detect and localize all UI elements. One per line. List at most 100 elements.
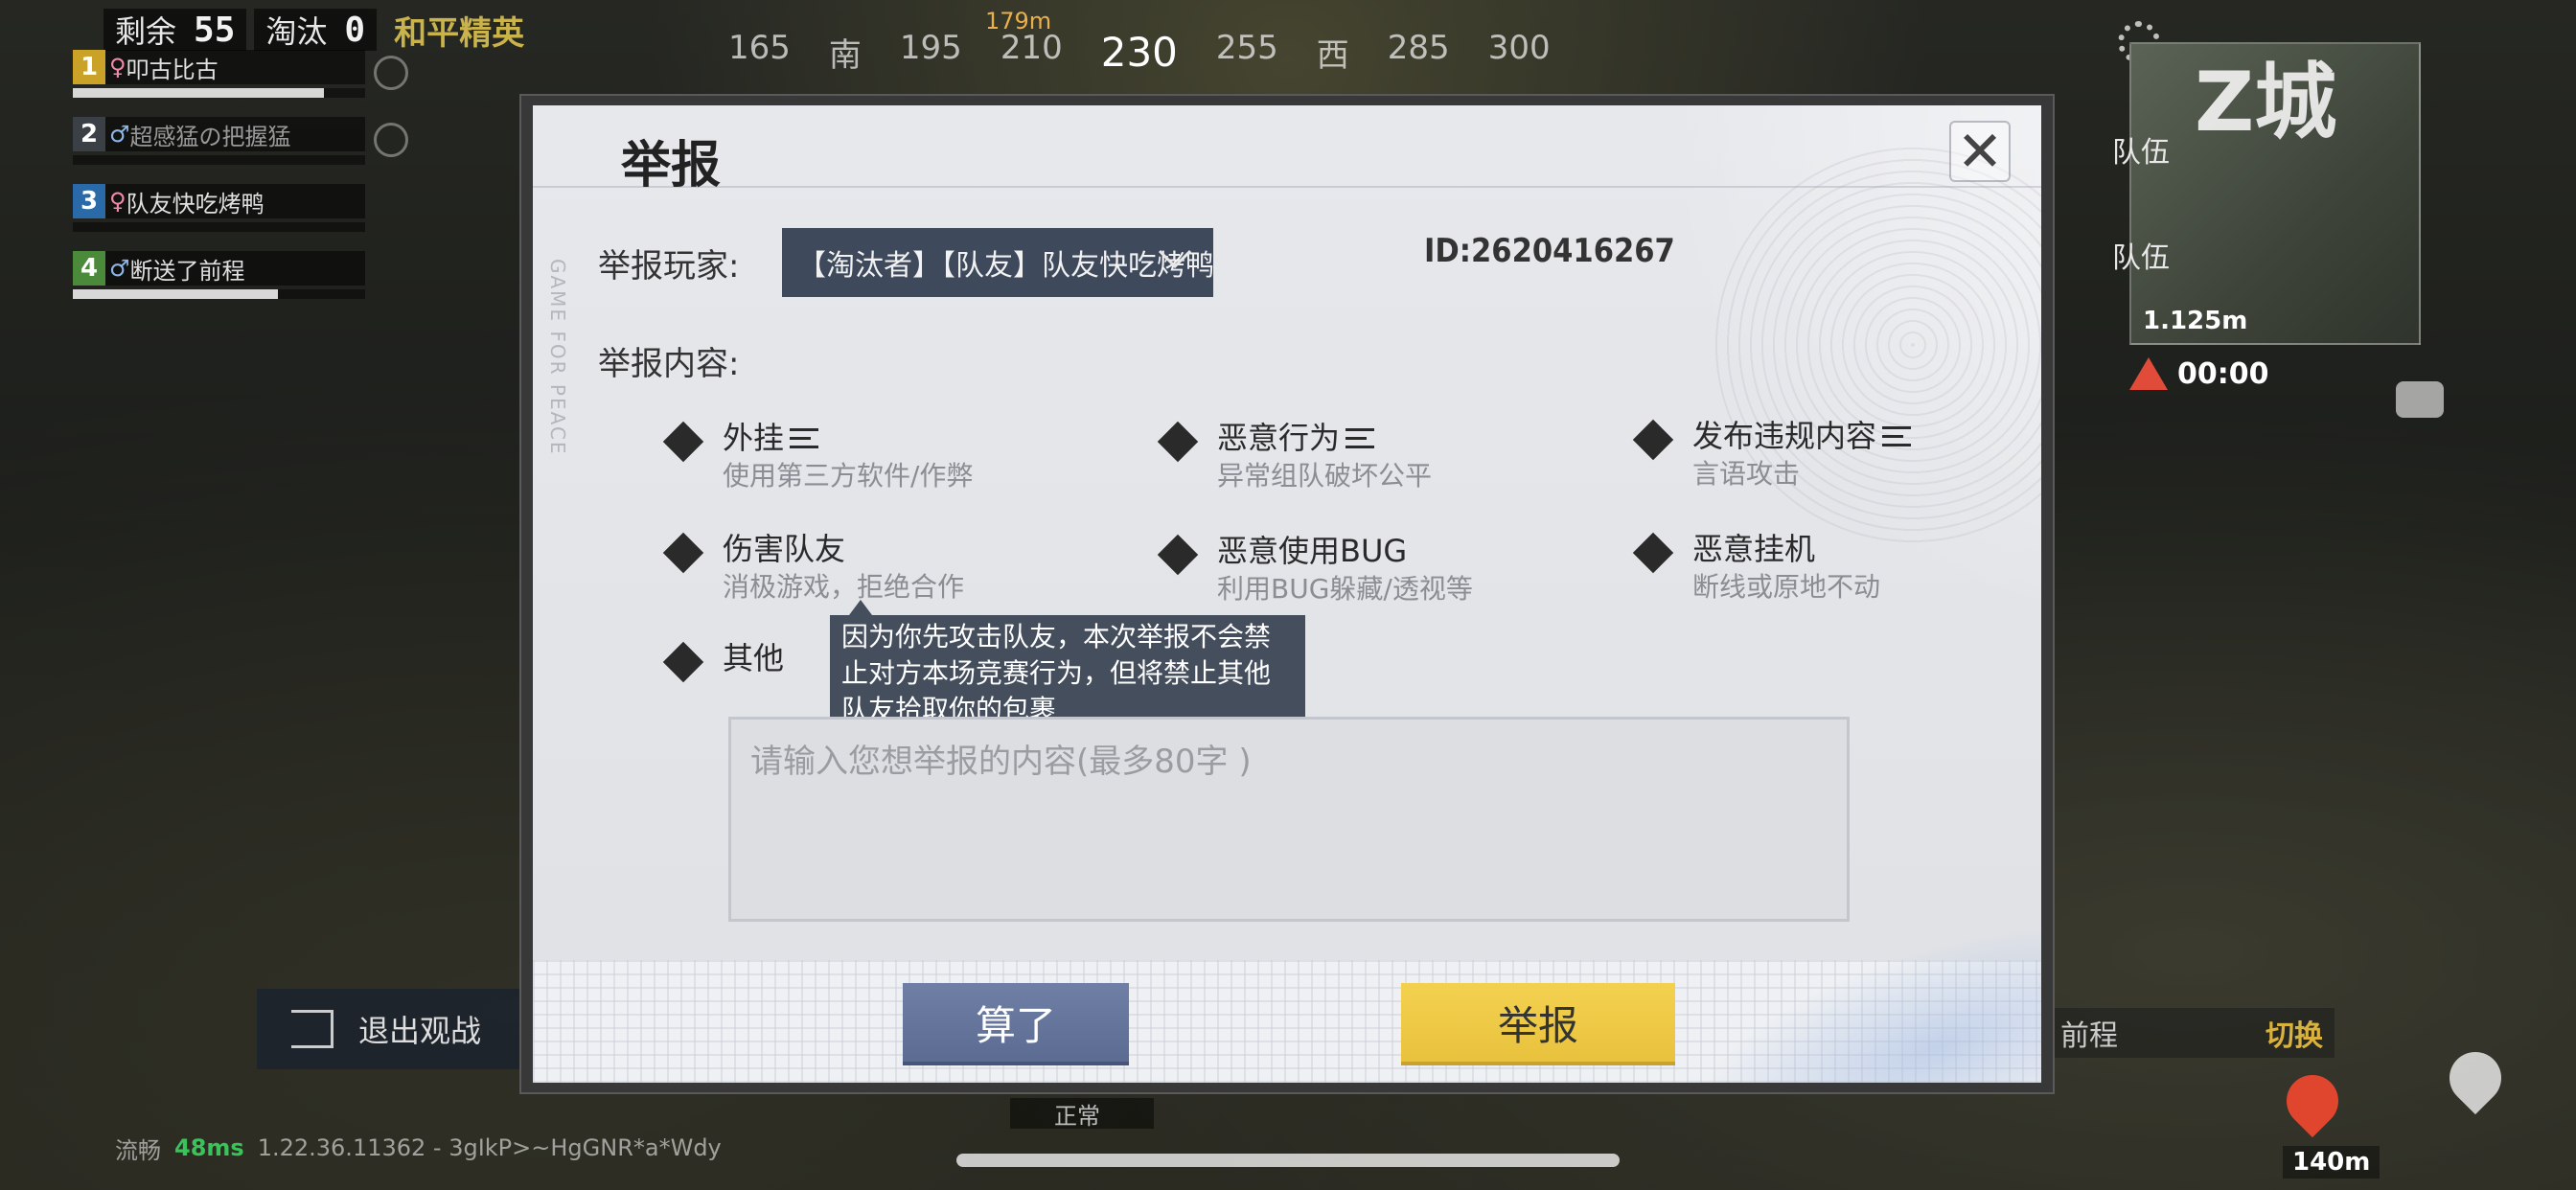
player-select-value: 【淘汰者】【队友】队友快吃烤鸭 <box>797 249 1213 283</box>
report-content-label: 举报内容: <box>598 345 740 383</box>
diamond-checkbox-icon <box>662 641 704 683</box>
fluency-label: 流畅 <box>115 1136 161 1164</box>
team-row: 1 ♀ 叩古比古 <box>73 50 365 117</box>
team-hp-bar <box>73 88 365 98</box>
team-number: 2 <box>73 117 105 151</box>
compass-tick: 165 <box>728 29 791 67</box>
chat-bubble-icon[interactable] <box>2396 381 2444 418</box>
diamond-checkbox-icon <box>1157 534 1199 576</box>
diamond-checkbox-icon <box>1157 421 1199 463</box>
team-row: 2 ♂ 超感猛の把握猛 <box>73 117 365 184</box>
remaining-box: 剩余 55 <box>104 9 247 51</box>
home-indicator[interactable] <box>956 1154 1620 1167</box>
option-title: 恶意行为 <box>1217 420 1341 456</box>
submenu-icon <box>1346 426 1375 449</box>
option-description: 利用BUG躲藏/透视等 <box>1217 573 1473 605</box>
warning-tooltip: 因为你先攻击队友，本次举报不会禁止对方本场竞赛行为，但将禁止其他队友拾取你的包裹 <box>830 615 1305 732</box>
eliminated-label: 淘汰 <box>265 13 328 50</box>
option-illegal-content[interactable]: 发布违规内容 言语攻击 <box>1632 416 1912 492</box>
report-content-input[interactable] <box>731 720 1847 919</box>
option-bug-abuse[interactable]: 恶意使用BUG 利用BUG躲藏/透视等 <box>1157 531 1473 607</box>
compass-tick: 195 <box>899 29 962 67</box>
team-member-name: 叩古比古 <box>126 56 218 83</box>
team-number: 4 <box>73 251 105 286</box>
compass-heading: 230 <box>1100 29 1178 76</box>
side-brand-text: GAME FOR PEACE <box>546 259 569 456</box>
option-description: 异常组队破坏公平 <box>1217 460 1433 492</box>
option-description: 断线或原地不动 <box>1692 571 1881 603</box>
option-title: 其他 <box>723 640 785 676</box>
zone-timer: 00:00 <box>2129 353 2269 395</box>
team-member-name: 超感猛の把握猛 <box>129 123 291 150</box>
compass-tick: 210 <box>1000 29 1063 67</box>
option-title: 恶意挂机 <box>1692 531 1816 567</box>
option-other[interactable]: 其他 <box>662 638 785 683</box>
team-number: 3 <box>73 184 105 218</box>
spectated-player-name: 前程 <box>2060 1019 2118 1053</box>
ping-value: 48ms <box>174 1134 244 1161</box>
submenu-icon <box>1882 424 1912 447</box>
speed-icon <box>374 123 408 157</box>
remaining-label: 剩余 <box>115 13 177 50</box>
compass-tick: 西 <box>1316 36 1349 75</box>
minimap-distance: 1.125m <box>2143 307 2248 335</box>
player-id: ID:2620416267 <box>1424 232 1675 270</box>
team-gender-icon: ♂ <box>109 121 130 148</box>
network-status-bar: 流畅 48ms 1.22.36.11362 - 3gIkP>~HgGNR*a*W… <box>115 1129 722 1167</box>
submenu-icon <box>790 426 819 449</box>
team-member-name: 队友快吃烤鸭 <box>126 190 264 217</box>
close-button[interactable]: ✕ <box>1949 121 2011 182</box>
minimap-zone-title: Z城 <box>2195 55 2337 150</box>
warning-icon <box>2129 357 2168 390</box>
option-title: 发布违规内容 <box>1692 418 1877 454</box>
zone-timer-value: 00:00 <box>2177 356 2269 391</box>
team-gender-icon: ♀ <box>109 188 126 215</box>
compass-tick: 南 <box>828 36 862 75</box>
marker-distance: 140m <box>2283 1146 2380 1179</box>
exit-spectate-label: 退出观战 <box>358 1013 482 1049</box>
team-number: 1 <box>73 50 105 84</box>
compass-bar: 165 南 195 210 230 255 西 285 300 <box>728 29 1840 77</box>
game-mode-logo: 和平精英 <box>394 13 525 53</box>
hud-counts: 剩余 55 淘汰 0 和平精英 <box>104 8 525 53</box>
team-hp-bar <box>73 289 365 299</box>
exit-spectate-button[interactable]: 退出观战 <box>257 989 535 1069</box>
normal-status-badge: 正常 <box>1010 1098 1154 1130</box>
compass-tick: 300 <box>1487 29 1551 67</box>
switch-player-box: 前程 切换 <box>2049 1008 2334 1058</box>
team-member-name: 断送了前程 <box>129 257 245 285</box>
team-gender-icon: ♂ <box>109 255 130 282</box>
report-dialog: 举报 GAME FOR PEACE ✕ 举报玩家: 【淘汰者】【队友】队友快吃烤… <box>533 105 2041 1083</box>
tooltip-arrow <box>849 600 872 615</box>
cancel-button[interactable]: 算了 <box>903 983 1129 1065</box>
team-row: 4 ♂ 断送了前程 <box>73 251 365 318</box>
diamond-checkbox-icon <box>1632 532 1674 574</box>
team-hp-bar <box>73 155 365 165</box>
option-title: 恶意使用BUG <box>1217 533 1408 569</box>
report-submit-button[interactable]: 举报 <box>1401 983 1675 1065</box>
option-title: 外挂 <box>723 420 785 456</box>
minimap-team-label: 队伍 <box>2112 241 2170 275</box>
diamond-checkbox-icon <box>662 421 704 463</box>
minimap-team-label: 队伍 <box>2112 136 2170 170</box>
diamond-checkbox-icon <box>662 532 704 574</box>
option-cheating[interactable]: 外挂 使用第三方软件/作弊 <box>662 418 974 494</box>
dialog-title: 举报 <box>621 137 722 195</box>
option-description: 消极游戏，拒绝合作 <box>723 571 965 603</box>
version-string: 1.22.36.11362 - 3gIkP>~HgGNR*a*Wdy <box>257 1134 722 1161</box>
option-description: 言语攻击 <box>1692 458 1801 490</box>
eliminated-count: 0 <box>344 10 366 50</box>
close-icon: ✕ <box>1956 119 2004 184</box>
team-hp-bar <box>73 222 365 232</box>
option-description: 使用第三方软件/作弊 <box>723 460 974 492</box>
option-title: 伤害队友 <box>723 531 846 567</box>
team-list: 1 ♀ 叩古比古 2 ♂ 超感猛の把握猛 3 ♀ 队友快吃烤鸭 4 ♂ 断送了前… <box>73 50 365 318</box>
option-malicious-behavior[interactable]: 恶意行为 异常组队破坏公平 <box>1157 418 1433 494</box>
option-harm-teammate[interactable]: 伤害队友 消极游戏，拒绝合作 <box>662 529 965 606</box>
team-gender-icon: ♀ <box>109 54 126 80</box>
header-divider <box>533 186 2041 188</box>
player-select-dropdown[interactable]: 【淘汰者】【队友】队友快吃烤鸭 <box>782 228 1213 297</box>
switch-button[interactable]: 切换 <box>2266 1012 2323 1054</box>
exit-icon <box>291 1010 334 1048</box>
option-afk[interactable]: 恶意挂机 断线或原地不动 <box>1632 529 1881 606</box>
